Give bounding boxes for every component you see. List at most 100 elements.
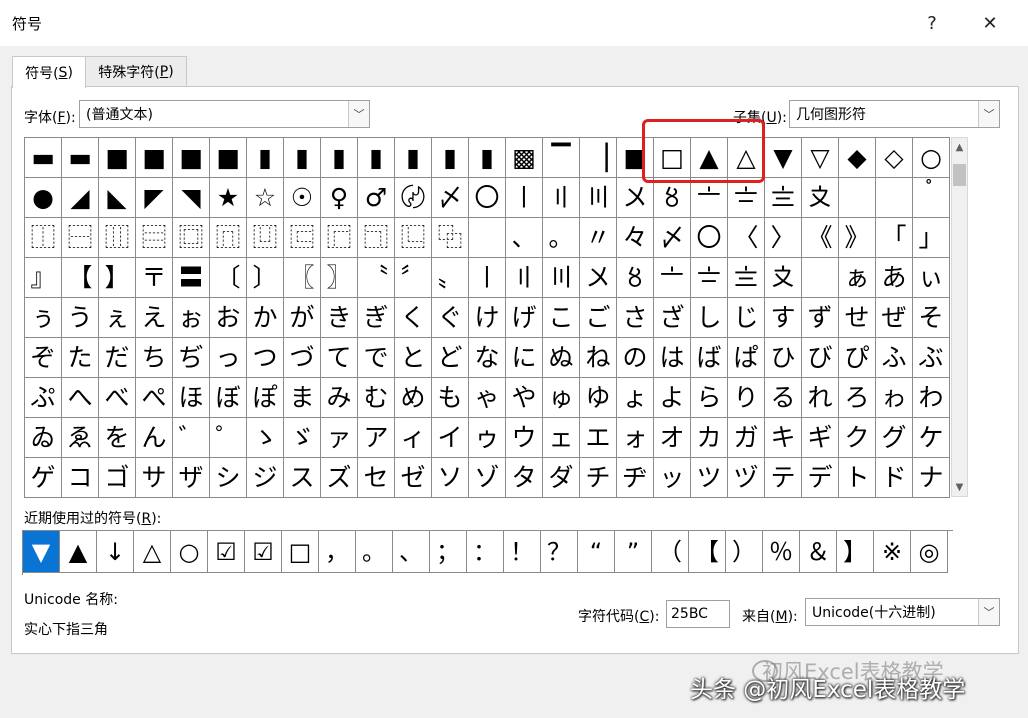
symbol-cell[interactable]: ぇ <box>99 298 136 338</box>
symbol-cell[interactable]: ギ <box>802 418 839 458</box>
recent-symbol[interactable]: ％ <box>763 531 800 573</box>
symbol-cell[interactable]: 〝 <box>358 258 395 298</box>
symbol-cell[interactable]: べ <box>99 378 136 418</box>
symbol-cell[interactable]: ぴ <box>839 338 876 378</box>
symbol-grid-scrollbar[interactable]: ▲ ▼ <box>951 137 968 497</box>
symbol-cell[interactable]: ★ <box>210 178 247 218</box>
symbol-cell[interactable]: 〤 <box>580 258 617 298</box>
symbol-cell[interactable]: を <box>99 418 136 458</box>
symbol-cell[interactable]: ジ <box>247 458 284 498</box>
symbol-cell[interactable]: く <box>395 298 432 338</box>
symbol-cell[interactable]: ど <box>432 338 469 378</box>
symbol-cell[interactable]: せ <box>839 298 876 338</box>
symbol-cell[interactable]: ァ <box>321 418 358 458</box>
symbol-cell[interactable]: ス <box>284 458 321 498</box>
symbol-cell[interactable]: 〉 <box>765 218 802 258</box>
recent-symbol[interactable]: □ <box>282 531 319 573</box>
symbol-cell[interactable]: 〧 <box>728 178 765 218</box>
symbol-cell[interactable]: イ <box>432 418 469 458</box>
symbol-cell[interactable]: ば <box>691 338 728 378</box>
recent-symbol[interactable]: ？ <box>541 531 578 573</box>
symbol-cell[interactable]: に <box>506 338 543 378</box>
symbol-cell[interactable]: ゴ <box>99 458 136 498</box>
symbol-cell[interactable]: ツ <box>691 458 728 498</box>
symbol-cell[interactable]: ト <box>839 458 876 498</box>
symbol-cell[interactable]: 〪 <box>802 258 839 298</box>
symbol-cell[interactable]: と <box>395 338 432 378</box>
symbol-cell[interactable]: ◇ <box>876 138 913 178</box>
recent-symbol[interactable]: ； <box>430 531 467 573</box>
symbol-cell[interactable]: づ <box>284 338 321 378</box>
symbol-cell[interactable]: 〦 <box>654 258 691 298</box>
symbol-cell[interactable]: デ <box>802 458 839 498</box>
symbol-cell[interactable]: ♂ <box>358 178 395 218</box>
symbol-cell[interactable]: 〡 <box>469 258 506 298</box>
close-button[interactable]: ✕ <box>974 8 1006 38</box>
symbol-cell[interactable]: 「 <box>876 218 913 258</box>
symbol-cell[interactable]: 』 <box>25 258 62 298</box>
symbol-cell[interactable]: 〣 <box>543 258 580 298</box>
symbol-cell[interactable]: ▮ <box>395 138 432 178</box>
symbol-cell[interactable]: ▮ <box>469 138 506 178</box>
from-dropdown[interactable]: Unicode(十六进制) ﹀ <box>805 598 1000 626</box>
symbol-cell[interactable]: 〟 <box>432 258 469 298</box>
recent-symbol[interactable]: “ <box>578 531 615 573</box>
symbol-cell[interactable]: ゆ <box>580 378 617 418</box>
symbol-cell[interactable]: ● <box>25 178 62 218</box>
symbol-cell[interactable]: セ <box>358 458 395 498</box>
recent-symbol[interactable]: ☑ <box>245 531 282 573</box>
symbol-cell[interactable]: 〇 <box>469 178 506 218</box>
symbol-cell[interactable]: ぁ <box>839 258 876 298</box>
symbol-cell[interactable]: キ <box>765 418 802 458</box>
symbol-cell[interactable]: び <box>802 338 839 378</box>
symbol-cell[interactable]: 〩 <box>765 258 802 298</box>
symbol-cell[interactable]: 】 <box>99 258 136 298</box>
symbol-cell[interactable]: な <box>469 338 506 378</box>
symbol-cell[interactable]: み <box>321 378 358 418</box>
symbol-cell[interactable]: え <box>136 298 173 338</box>
symbol-cell[interactable]: 〢 <box>543 178 580 218</box>
scroll-up-icon[interactable]: ▲ <box>952 138 967 156</box>
symbol-cell[interactable]: も <box>432 378 469 418</box>
symbol-cell[interactable]: 〥 <box>654 178 691 218</box>
symbol-cell[interactable]: ■ <box>99 138 136 178</box>
symbol-cell[interactable]: コ <box>62 458 99 498</box>
symbol-cell[interactable]: ⿺ <box>395 218 432 258</box>
symbol-cell[interactable]: ⿹ <box>358 218 395 258</box>
symbol-cell[interactable]: で <box>358 338 395 378</box>
symbol-cell[interactable]: 〤 <box>617 178 654 218</box>
symbol-cell[interactable]: 〫 <box>876 178 913 218</box>
scroll-down-icon[interactable]: ▼ <box>952 478 967 496</box>
recent-symbol[interactable]: ！ <box>504 531 541 573</box>
symbol-cell[interactable]: ぺ <box>136 378 173 418</box>
symbol-cell[interactable]: の <box>617 338 654 378</box>
symbol-cell[interactable]: ず <box>802 298 839 338</box>
symbol-cell[interactable]: へ <box>62 378 99 418</box>
symbol-cell[interactable]: 〣 <box>580 178 617 218</box>
symbol-cell[interactable]: ご <box>580 298 617 338</box>
symbol-cell[interactable]: が <box>284 298 321 338</box>
symbol-cell[interactable]: 。 <box>543 218 580 258</box>
symbol-cell[interactable]: ぉ <box>173 298 210 338</box>
font-dropdown[interactable]: (普通文本) ﹀ <box>79 100 370 128</box>
symbol-cell[interactable]: 〕 <box>247 258 284 298</box>
symbol-cell[interactable]: ■ <box>136 138 173 178</box>
symbol-cell[interactable]: り <box>728 378 765 418</box>
symbol-cell[interactable]: カ <box>691 418 728 458</box>
symbol-cell[interactable]: 〪 <box>839 178 876 218</box>
symbol-cell[interactable]: ■ <box>173 138 210 178</box>
symbol-cell[interactable]: ざ <box>654 298 691 338</box>
recent-symbol[interactable]: ○ <box>171 531 208 573</box>
symbol-cell[interactable]: 〆 <box>654 218 691 258</box>
recent-symbol[interactable]: 】 <box>837 531 874 573</box>
symbol-cell[interactable]: ア <box>358 418 395 458</box>
symbol-cell[interactable]: 〒 <box>136 258 173 298</box>
symbol-cell[interactable]: け <box>469 298 506 338</box>
symbol-cell[interactable]: ッ <box>654 458 691 498</box>
recent-symbol-selected[interactable]: ▼ <box>23 531 60 573</box>
symbol-cell[interactable]: ま <box>284 378 321 418</box>
symbol-cell[interactable]: す <box>765 298 802 338</box>
symbol-cell[interactable]: そ <box>913 298 950 338</box>
symbol-cell[interactable]: ウ <box>506 418 543 458</box>
symbol-cell[interactable]: や <box>506 378 543 418</box>
